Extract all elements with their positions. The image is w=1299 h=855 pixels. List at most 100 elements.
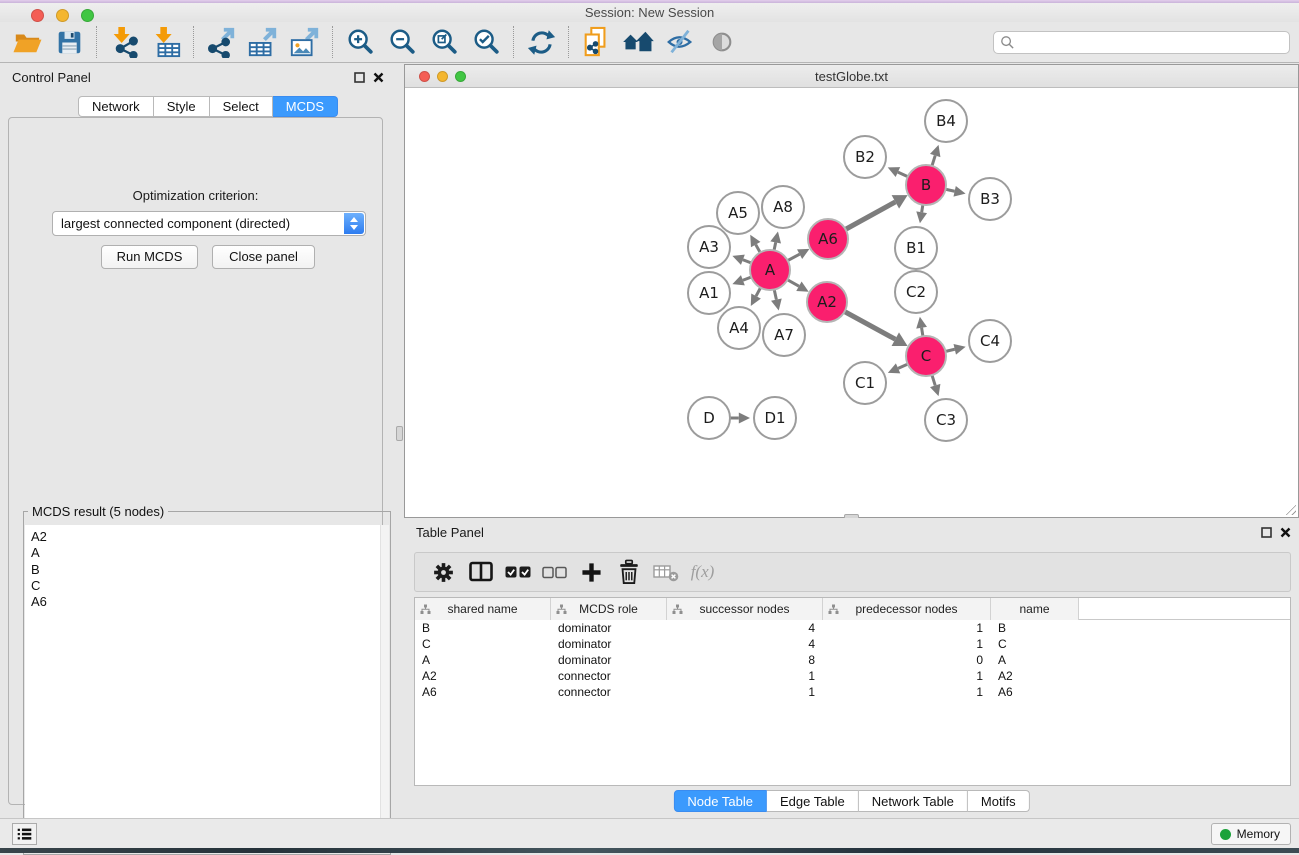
column-header-mcds-role[interactable]: MCDS role xyxy=(551,598,667,620)
table-row[interactable]: Cdominator41C xyxy=(415,636,1290,652)
graph-node-A8[interactable]: A8 xyxy=(762,186,804,228)
column-header-name[interactable]: name xyxy=(991,598,1079,620)
delete-table-button[interactable] xyxy=(647,554,684,590)
export-image-button[interactable] xyxy=(284,24,326,60)
minimize-window-button[interactable] xyxy=(56,9,69,22)
show-all-button[interactable] xyxy=(701,24,743,60)
search-box[interactable] xyxy=(993,31,1290,54)
reset-view-button[interactable] xyxy=(617,24,659,60)
run-mcds-button[interactable]: Run MCDS xyxy=(101,245,198,269)
graph-node-D[interactable]: D xyxy=(688,397,730,439)
table-cell[interactable]: B xyxy=(991,620,1079,636)
column-header-successor-nodes[interactable]: successor nodes xyxy=(667,598,823,620)
table-cell[interactable]: C xyxy=(415,636,551,652)
zoom-out-button[interactable] xyxy=(381,24,423,60)
table-cell[interactable]: A xyxy=(415,652,551,668)
graph-node-B3[interactable]: B3 xyxy=(969,178,1011,220)
table-cell[interactable]: 8 xyxy=(667,652,823,668)
tab-style[interactable]: Style xyxy=(154,96,210,117)
table-cell[interactable]: 1 xyxy=(823,684,991,700)
mcds-result-item[interactable]: C xyxy=(31,578,389,594)
table-row[interactable]: Bdominator41B xyxy=(415,620,1290,636)
graph-node-A3[interactable]: A3 xyxy=(688,226,730,268)
criterion-select[interactable]: largest connected component (directed) xyxy=(52,211,366,236)
vertical-splitter-grip[interactable] xyxy=(396,426,403,441)
table-cell[interactable]: A xyxy=(991,652,1079,668)
select-all-button[interactable] xyxy=(499,554,536,590)
close-panel-icon[interactable] xyxy=(372,71,385,84)
network-canvas[interactable]: A5A8A3AA1A4A7A6A2BB2B4B3B1CC2C4C1C3DD1 xyxy=(405,89,1298,518)
close-panel-button[interactable]: Close panel xyxy=(212,245,315,269)
graph-node-A1[interactable]: A1 xyxy=(688,272,730,314)
table-cell[interactable]: C xyxy=(991,636,1079,652)
apply-layout-button[interactable] xyxy=(520,24,562,60)
graph-node-B1[interactable]: B1 xyxy=(895,227,937,269)
table-row[interactable]: A6connector11A6 xyxy=(415,684,1290,700)
graph-node-C[interactable]: C xyxy=(906,336,946,376)
zoom-fit-button[interactable] xyxy=(423,24,465,60)
export-table-button[interactable] xyxy=(242,24,284,60)
unselect-all-button[interactable] xyxy=(536,554,573,590)
export-network-button[interactable] xyxy=(200,24,242,60)
graph-node-A[interactable]: A xyxy=(750,250,790,290)
graph-node-A6[interactable]: A6 xyxy=(808,219,848,259)
graph-node-A7[interactable]: A7 xyxy=(763,314,805,356)
table-cell[interactable]: A2 xyxy=(991,668,1079,684)
float-table-panel-icon[interactable] xyxy=(1260,526,1273,539)
float-panel-icon[interactable] xyxy=(353,71,366,84)
table-cell[interactable]: 1 xyxy=(823,620,991,636)
graph-node-A2[interactable]: A2 xyxy=(807,282,847,322)
mcds-result-item[interactable]: A6 xyxy=(31,594,389,610)
table-cell[interactable]: A6 xyxy=(991,684,1079,700)
tab-select[interactable]: Select xyxy=(210,96,273,117)
task-history-button[interactable] xyxy=(12,823,37,845)
tab-mcds[interactable]: MCDS xyxy=(273,96,338,117)
graph-node-D1[interactable]: D1 xyxy=(754,397,796,439)
table-cell[interactable]: 4 xyxy=(667,636,823,652)
column-header-shared-name[interactable]: shared name xyxy=(415,598,551,620)
column-header-predecessor-nodes[interactable]: predecessor nodes xyxy=(823,598,991,620)
minimize-network-button[interactable] xyxy=(437,71,448,82)
zoom-selected-button[interactable] xyxy=(465,24,507,60)
tab-motifs[interactable]: Motifs xyxy=(968,790,1030,812)
table-cell[interactable]: A6 xyxy=(415,684,551,700)
mcds-result-list[interactable]: A2ABCA6 xyxy=(25,525,389,853)
network-window-titlebar[interactable]: testGlobe.txt xyxy=(405,65,1298,88)
table-cell[interactable]: connector xyxy=(551,668,667,684)
table-cell[interactable]: A2 xyxy=(415,668,551,684)
table-cell[interactable]: 1 xyxy=(823,668,991,684)
hide-selected-button[interactable] xyxy=(659,24,701,60)
show-column-button[interactable] xyxy=(462,554,499,590)
graph-node-B[interactable]: B xyxy=(906,165,946,205)
tab-node-table[interactable]: Node Table xyxy=(673,790,767,812)
mcds-result-item[interactable]: A xyxy=(31,545,389,561)
tab-network[interactable]: Network xyxy=(78,96,154,117)
graph-node-A4[interactable]: A4 xyxy=(718,307,760,349)
table-row[interactable]: A2connector11A2 xyxy=(415,668,1290,684)
table-cell[interactable]: 1 xyxy=(667,684,823,700)
close-window-button[interactable] xyxy=(31,9,44,22)
graph-node-B4[interactable]: B4 xyxy=(925,100,967,142)
tab-edge-table[interactable]: Edge Table xyxy=(767,790,859,812)
table-cell[interactable]: 4 xyxy=(667,620,823,636)
open-session-button[interactable] xyxy=(6,24,48,60)
zoom-network-button[interactable] xyxy=(455,71,466,82)
table-cell[interactable]: connector xyxy=(551,684,667,700)
mcds-result-item[interactable]: B xyxy=(31,562,389,578)
search-input[interactable] xyxy=(1015,36,1289,50)
table-cell[interactable]: 0 xyxy=(823,652,991,668)
zoom-in-button[interactable] xyxy=(339,24,381,60)
mcds-list-scrollbar[interactable] xyxy=(380,525,389,853)
mcds-result-item[interactable]: A2 xyxy=(31,529,389,545)
table-cell[interactable]: 1 xyxy=(667,668,823,684)
import-network-button[interactable] xyxy=(103,24,145,60)
graph-node-C3[interactable]: C3 xyxy=(925,399,967,441)
import-table-button[interactable] xyxy=(145,24,187,60)
zoom-window-button[interactable] xyxy=(81,9,94,22)
table-row[interactable]: Adominator80A xyxy=(415,652,1290,668)
graph-node-C1[interactable]: C1 xyxy=(844,362,886,404)
memory-button[interactable]: Memory xyxy=(1211,823,1291,845)
close-table-panel-icon[interactable] xyxy=(1279,526,1292,539)
close-network-button[interactable] xyxy=(419,71,430,82)
table-cell[interactable]: dominator xyxy=(551,636,667,652)
